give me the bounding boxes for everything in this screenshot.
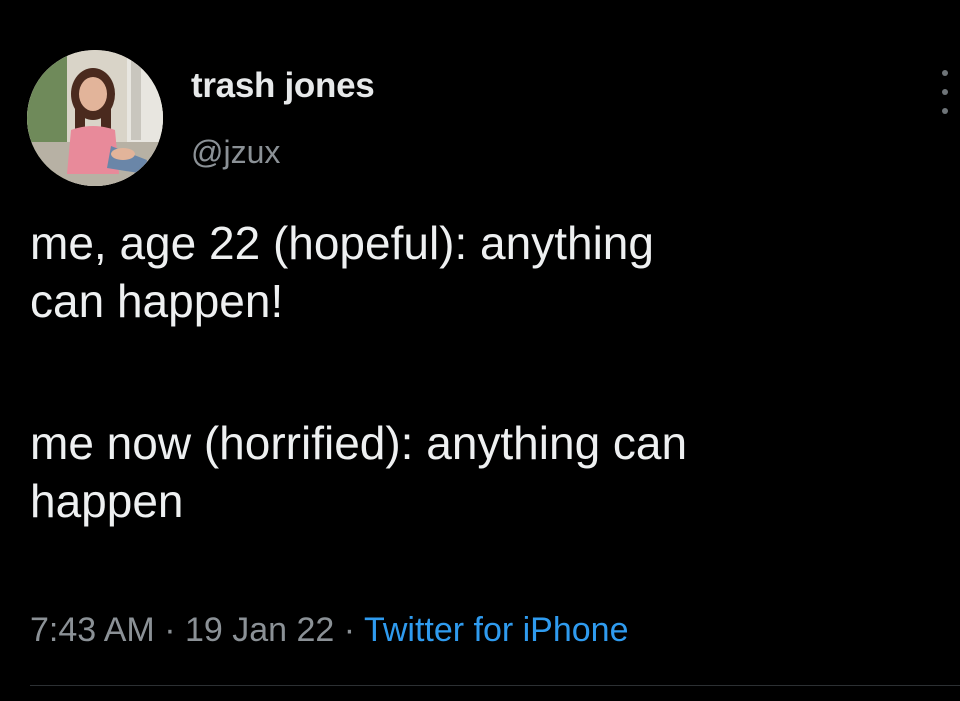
more-dot [942, 108, 948, 114]
tweet-text-line: me, age 22 (hopeful): anything [30, 217, 654, 269]
divider [30, 685, 960, 686]
tweet-text-line: can happen! [30, 275, 284, 327]
avatar[interactable] [27, 50, 163, 186]
tweet-text-line: happen [30, 475, 184, 527]
tweet-meta: 7:43 AM · 19 Jan 22 · Twitter for iPhone [30, 611, 629, 650]
avatar-photo [27, 50, 163, 186]
tweet-date[interactable]: 19 Jan 22 [185, 611, 334, 649]
author-handle[interactable]: @jzux [191, 134, 280, 171]
tweet-text-line: me now (horrified): anything can [30, 417, 688, 469]
author-display-name[interactable]: trash jones [191, 66, 375, 106]
meta-separator: · [334, 611, 364, 649]
tweet-source-link[interactable]: Twitter for iPhone [364, 611, 629, 649]
more-options-icon[interactable] [930, 70, 960, 114]
meta-separator: · [154, 611, 185, 649]
more-dot [942, 89, 948, 95]
tweet-time[interactable]: 7:43 AM [30, 611, 155, 649]
more-dot [942, 70, 948, 76]
tweet: trash jones @jzux me, age 22 (hopeful): … [0, 0, 960, 701]
tweet-text: me, age 22 (hopeful): anything can happe… [30, 214, 930, 530]
